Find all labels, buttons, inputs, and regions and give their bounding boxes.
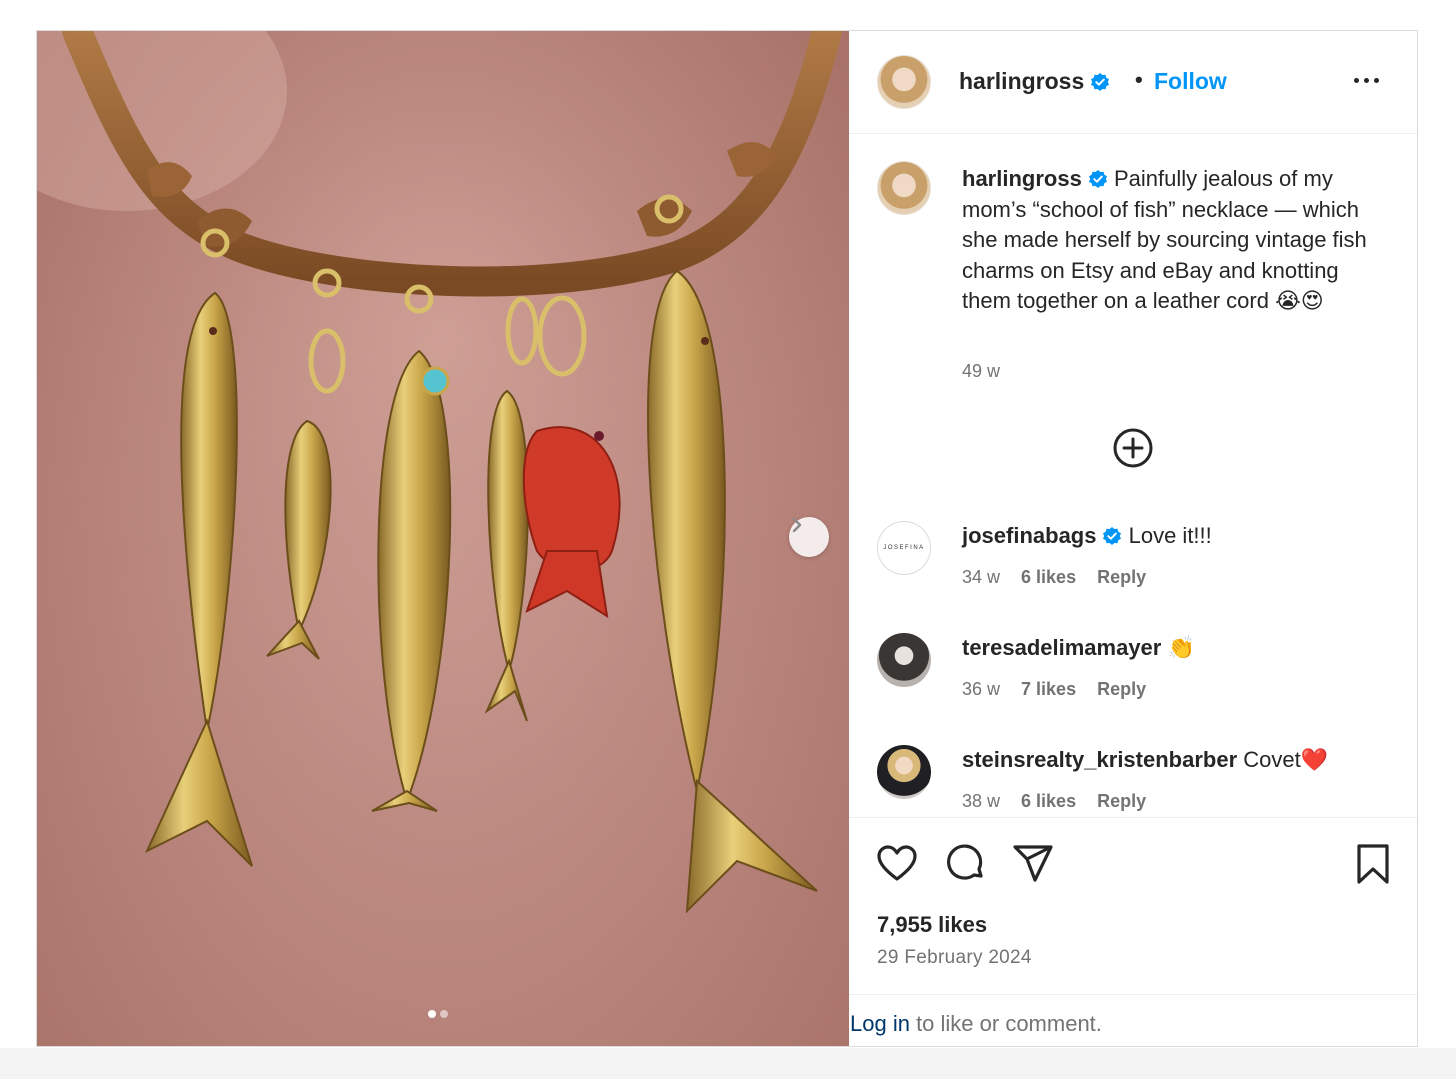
login-prompt-text: Log in to like or comment. (850, 1011, 1102, 1037)
post-actions: 7,955 likes 29 February 2024 Log in to l… (849, 817, 1417, 1046)
caption-username[interactable]: harlingross (962, 166, 1082, 191)
chevron-right-icon (792, 517, 802, 533)
comment-meta: 36 w 7 likes Reply (962, 679, 1146, 700)
comment-body: 👏 (1167, 635, 1195, 660)
heart-icon[interactable] (875, 842, 919, 886)
comment-reply-button[interactable]: Reply (1097, 791, 1146, 812)
comment-time[interactable]: 34 w (962, 567, 1000, 588)
comment-item: JOSEFINA josefinabags Love it!!! 34 w 6 … (849, 521, 1417, 631)
commenter-avatar[interactable] (877, 633, 931, 687)
post-side-panel: harlingross • Follow harlingross Painful… (849, 31, 1417, 1046)
comment-meta: 38 w 6 likes Reply (962, 791, 1146, 812)
comment-icon[interactable] (943, 842, 987, 886)
add-circle-icon[interactable] (1112, 427, 1154, 469)
bookmark-icon[interactable] (1351, 842, 1395, 886)
share-icon[interactable] (1011, 842, 1055, 886)
comment-body: Covet❤️ (1243, 747, 1329, 772)
post-container: harlingross • Follow harlingross Painful… (36, 30, 1418, 1047)
comment-time[interactable]: 36 w (962, 679, 1000, 700)
carousel-next-button[interactable] (789, 517, 829, 557)
comment-time[interactable]: 38 w (962, 791, 1000, 812)
carousel-dot-active (428, 1010, 436, 1018)
comment-reply-button[interactable]: Reply (1097, 679, 1146, 700)
comment-likes[interactable]: 6 likes (1021, 791, 1076, 812)
commenter-avatar[interactable] (877, 745, 931, 799)
caption-avatar[interactable] (877, 161, 931, 215)
login-rest-text: to like or comment. (909, 1011, 1102, 1036)
carousel-dot (440, 1010, 448, 1018)
login-prompt: Log in to like or comment. (849, 994, 1417, 1046)
comment-reply-button[interactable]: Reply (1097, 567, 1146, 588)
comment-username[interactable]: josefinabags (962, 523, 1096, 548)
post-caption: harlingross Painfully jealous of my mom’… (962, 164, 1382, 317)
post-media[interactable] (37, 31, 849, 1046)
more-options-icon[interactable] (1354, 78, 1379, 83)
comment-text: steinsrealty_kristenbarber Covet❤️ (962, 747, 1328, 773)
page-bottom-strip (0, 1048, 1456, 1079)
header-username-link[interactable]: harlingross (959, 68, 1110, 95)
comment-item: teresadelimamayer 👏 36 w 7 likes Reply (849, 633, 1417, 743)
comment-text: josefinabags Love it!!! (962, 523, 1212, 549)
login-link[interactable]: Log in (850, 1011, 910, 1036)
verified-badge-icon (1103, 527, 1122, 545)
commenter-avatar[interactable]: JOSEFINA (877, 521, 931, 575)
post-header: harlingross • Follow (849, 31, 1417, 134)
comment-username[interactable]: steinsrealty_kristenbarber (962, 747, 1237, 772)
follow-button[interactable]: Follow (1154, 68, 1227, 95)
caption-timestamp[interactable]: 49 w (962, 361, 1000, 382)
verified-badge-icon (1091, 73, 1110, 91)
comment-meta: 34 w 6 likes Reply (962, 567, 1146, 588)
comment-text: teresadelimamayer 👏 (962, 635, 1195, 661)
likes-count[interactable]: 7,955 likes (877, 912, 987, 938)
post-date[interactable]: 29 February 2024 (877, 947, 1032, 969)
comment-username[interactable]: teresadelimamayer (962, 635, 1161, 660)
avatar-logo-text: JOSEFINA (883, 545, 925, 551)
comment-body: Love it!!! (1128, 523, 1212, 548)
owner-avatar[interactable] (877, 55, 931, 109)
header-username[interactable]: harlingross (959, 68, 1084, 94)
post-photo (37, 31, 849, 1046)
verified-badge-icon (1088, 170, 1107, 188)
comment-likes[interactable]: 6 likes (1021, 567, 1076, 588)
carousel-indicator (428, 1010, 448, 1018)
comment-likes[interactable]: 7 likes (1021, 679, 1076, 700)
separator-dot: • (1135, 67, 1143, 92)
